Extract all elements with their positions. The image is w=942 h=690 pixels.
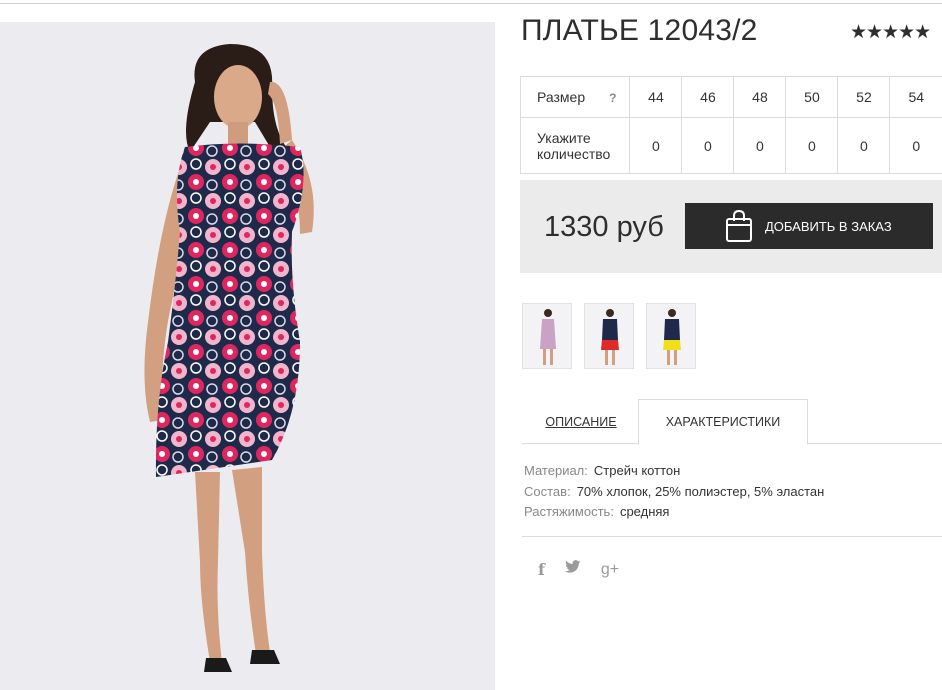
twitter-icon[interactable] [564, 560, 581, 579]
spec-row: Растяжимость: средняя [524, 502, 824, 523]
rating-stars[interactable]: ★★★★★ [850, 21, 931, 44]
size-label-cell: Размер? [519, 76, 631, 118]
size-cell: 44 [629, 76, 683, 118]
size-label: Размер [537, 88, 586, 105]
model-photo-illustration [144, 44, 314, 672]
quantity-input[interactable]: 0 [681, 117, 735, 174]
size-cell: 52 [837, 76, 891, 118]
characteristics-list: Материал: Стрейч коттон Состав: 70% хлопок… [524, 461, 824, 523]
size-cell: 50 [785, 76, 839, 118]
top-divider [0, 3, 942, 4]
quantity-label: Укажите количество [519, 117, 631, 174]
product-tabs: ОПИСАНИЕ ХАРАКТЕРИСТИКИ [522, 399, 942, 445]
size-cell: 54 [889, 76, 942, 118]
quantity-input[interactable]: 0 [837, 117, 891, 174]
quantity-row: Укажите количество 0 0 0 0 0 0 [519, 117, 942, 174]
size-help-icon[interactable]: ? [609, 91, 616, 105]
spec-key: Материал: [524, 463, 588, 478]
quantity-input[interactable]: 0 [889, 117, 942, 174]
price-box: 1330 руб ДОБАВИТЬ В ЗАКАЗ [520, 180, 942, 273]
spec-key: Растяжимость: [524, 504, 614, 519]
size-row: Размер? 44 46 48 50 52 54 [519, 76, 942, 118]
add-to-order-label: ДОБАВИТЬ В ЗАКАЗ [765, 218, 892, 234]
add-to-order-button[interactable]: ДОБАВИТЬ В ЗАКАЗ [685, 203, 933, 249]
shopping-bag-icon [726, 209, 752, 242]
size-cell: 48 [733, 76, 787, 118]
thumb-navy-red-dress[interactable] [584, 303, 634, 369]
quantity-input[interactable]: 0 [629, 117, 683, 174]
spec-value: 70% хлопок, 25% полиэстер, 5% эластан [576, 483, 825, 499]
spec-value: средняя [619, 504, 670, 519]
tab-description[interactable]: ОПИСАНИЕ [522, 399, 640, 444]
section-divider [522, 536, 942, 537]
size-cell: 46 [681, 76, 735, 118]
spec-value: Стрейч коттон [593, 463, 681, 478]
thumb-navy-yellow-dress[interactable] [646, 303, 696, 369]
quantity-input[interactable]: 0 [733, 117, 787, 174]
tab-characteristics[interactable]: ХАРАКТЕРИСТИКИ [638, 399, 808, 445]
size-quantity-table: Размер? 44 46 48 50 52 54 Укажите количе… [519, 76, 942, 174]
facebook-icon[interactable]: f [538, 560, 545, 579]
spec-key: Состав: [524, 483, 571, 499]
spec-row: Материал: Стрейч коттон [524, 461, 824, 482]
thumb-floral-dress[interactable] [522, 303, 572, 369]
spec-row: Состав: 70% хлопок, 25% полиэстер, 5% эла… [524, 482, 824, 503]
thumbnail-gallery [522, 303, 696, 369]
product-title: ПЛАТЬЕ 12043/2 [521, 14, 758, 47]
social-share: f g+ [538, 560, 619, 579]
quantity-input[interactable]: 0 [785, 117, 839, 174]
price: 1330 руб [544, 211, 664, 243]
googleplus-icon[interactable]: g+ [601, 561, 619, 579]
product-main-photo[interactable] [0, 22, 495, 690]
